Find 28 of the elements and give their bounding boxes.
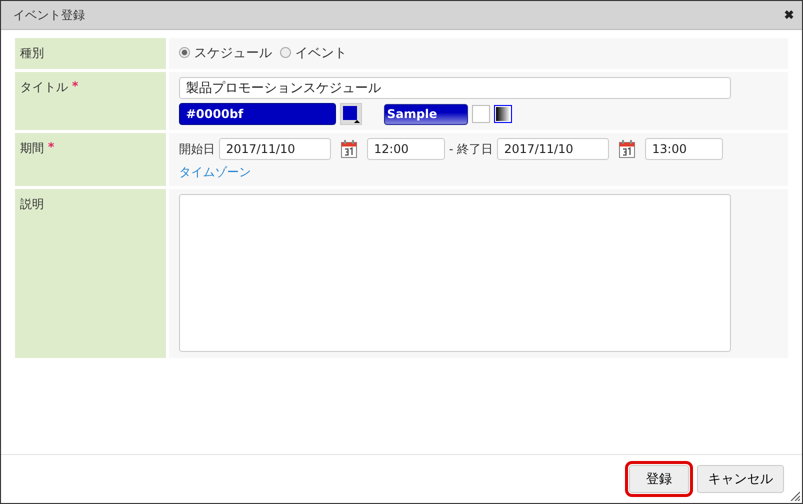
field-label: 説明 [20, 197, 44, 211]
end-date-label: - 終了日 [449, 140, 494, 158]
sample-preview: Sample [384, 104, 468, 124]
description-field[interactable] [179, 194, 731, 352]
resize-grip-icon[interactable] [790, 491, 800, 501]
start-date-label: 開始日 [179, 140, 215, 158]
field-label: 種別 [20, 46, 44, 60]
plain-toggle[interactable] [472, 105, 490, 123]
radio-option[interactable]: イベント [280, 44, 347, 62]
calendar-icon[interactable] [341, 140, 357, 158]
start-date-field[interactable]: 2017/11/10 [219, 138, 331, 160]
start-time-field[interactable]: 12:00 [367, 138, 445, 160]
required-mark: * [72, 79, 78, 93]
required-mark: * [48, 140, 54, 154]
cancel-button[interactable]: キャンセル [697, 465, 784, 493]
color-field[interactable]: #0000bf [179, 103, 336, 125]
window-title: イベント登録 [13, 6, 85, 24]
end-time-field[interactable]: 13:00 [645, 138, 724, 160]
timezone-link[interactable]: タイムゾーン [179, 164, 251, 181]
radio-option[interactable]: スケジュール [179, 44, 272, 62]
color-swatch[interactable] [340, 103, 362, 125]
field-label: 期間 [20, 141, 44, 155]
gradient-toggle[interactable] [494, 105, 512, 123]
field-label: タイトル [20, 80, 68, 94]
end-date-field[interactable]: 2017/11/10 [497, 138, 610, 160]
close-button[interactable]: ✖ [784, 8, 794, 22]
title-field[interactable]: 製品プロモーションスケジュール [179, 77, 731, 99]
calendar-icon[interactable] [619, 140, 636, 158]
